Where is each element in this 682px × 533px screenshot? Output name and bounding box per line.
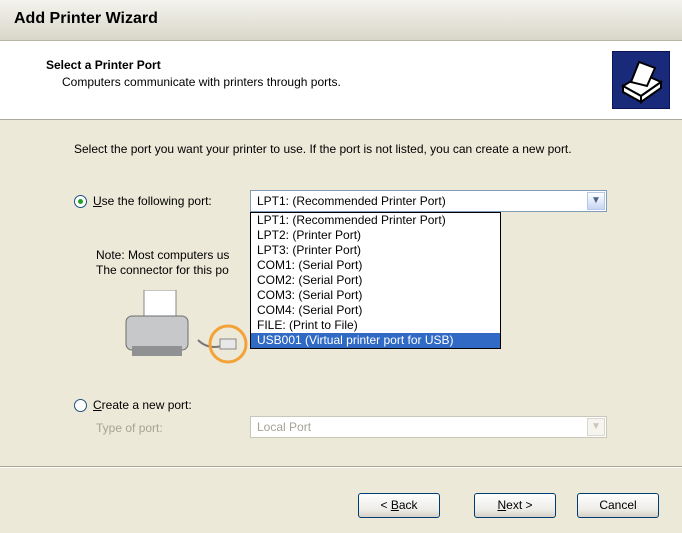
chevron-down-icon: ▼ [587, 418, 605, 436]
back-button[interactable]: < Back [358, 493, 440, 518]
port-dropdown-list[interactable]: LPT1: (Recommended Printer Port) LPT2: (… [250, 212, 501, 349]
port-option[interactable]: LPT1: (Recommended Printer Port) [251, 213, 500, 228]
type-of-port-label: Type of port: [96, 421, 163, 435]
wizard-content: Select the port you want your printer to… [0, 120, 682, 466]
create-port-label[interactable]: Create a new port: [93, 398, 192, 412]
header-title: Select a Printer Port [46, 58, 161, 72]
intro-text: Select the port you want your printer to… [74, 142, 572, 156]
footer-separator [0, 466, 682, 468]
port-option[interactable]: COM4: (Serial Port) [251, 303, 500, 318]
port-option[interactable]: COM2: (Serial Port) [251, 273, 500, 288]
next-button[interactable]: Next > [474, 493, 556, 518]
port-type-select: Local Port ▼ [250, 416, 607, 438]
printer-wizard-icon [612, 51, 670, 109]
header-subtitle: Computers communicate with printers thro… [62, 75, 341, 89]
port-option[interactable]: COM3: (Serial Port) [251, 288, 500, 303]
port-option[interactable]: LPT3: (Printer Port) [251, 243, 500, 258]
note-text: Note: Most computers us The connector fo… [96, 248, 230, 277]
port-option[interactable]: LPT2: (Printer Port) [251, 228, 500, 243]
title-bar: Add Printer Wizard [0, 0, 682, 41]
use-port-label[interactable]: Use the following port: [93, 194, 212, 208]
window-title: Add Printer Wizard [14, 10, 158, 27]
wizard-header: Select a Printer Port Computers communic… [0, 41, 682, 120]
create-port-radio[interactable] [74, 399, 87, 412]
use-port-radio[interactable] [74, 195, 87, 208]
cancel-button[interactable]: Cancel [577, 493, 659, 518]
port-option[interactable]: USB001 (Virtual printer port for USB) [251, 333, 500, 348]
chevron-down-icon[interactable]: ▼ [587, 192, 605, 210]
port-select-value: LPT1: (Recommended Printer Port) [257, 194, 446, 208]
printer-illustration-icon [112, 289, 262, 370]
port-option[interactable]: COM1: (Serial Port) [251, 258, 500, 273]
port-select[interactable]: LPT1: (Recommended Printer Port) ▼ [250, 190, 607, 212]
port-type-value: Local Port [257, 420, 312, 434]
port-option[interactable]: FILE: (Print to File) [251, 318, 500, 333]
